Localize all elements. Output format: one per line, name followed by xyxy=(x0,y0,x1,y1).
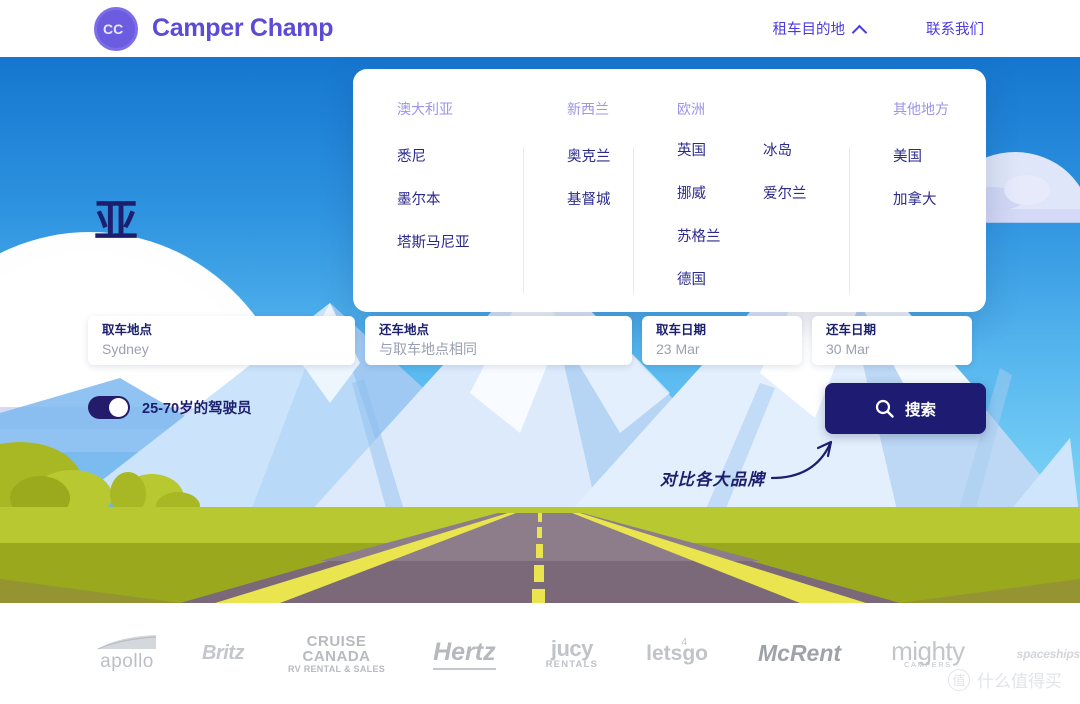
chevron-up-icon xyxy=(854,23,866,35)
brand-name: Camper Champ xyxy=(152,14,334,42)
dropdown-column-australia: 澳大利亚 悉尼 墨尔本 塔斯马尼亚 xyxy=(353,99,523,312)
logo-apollo-text: apollo xyxy=(100,650,154,672)
annotation-text: 对比各大品牌 xyxy=(660,470,765,489)
camper-champ-logo-icon: CC xyxy=(94,6,138,51)
nav-item-contact[interactable]: 联系我们 xyxy=(926,18,984,39)
logo-britz: Britz xyxy=(202,642,244,665)
dropdown-link-christchurch[interactable]: 基督城 xyxy=(567,188,633,209)
logo-cruise-line3: RV RENTAL & SALES xyxy=(287,663,386,674)
dropdown-link-uk[interactable]: 英国 xyxy=(677,139,763,160)
brand-logos-strip: apollo Britz CRUISE CANADA RV RENTAL & S… xyxy=(0,603,1080,704)
logo-spaceships-text: spaceships xyxy=(1016,646,1080,661)
dropdown-link-canada[interactable]: 加拿大 xyxy=(893,188,986,209)
dropoff-date-field[interactable]: 还车日期 30 Mar xyxy=(812,316,972,365)
watermark: 值 什么值得买 xyxy=(948,667,1062,692)
search-button[interactable]: 搜索 xyxy=(825,383,986,434)
dropdown-column-newzealand: 新西兰 奥克兰 基督城 xyxy=(523,99,633,312)
driver-age-toggle-label: 25-70岁的驾驶员 xyxy=(142,401,252,417)
pickup-location-label: 取车地点 xyxy=(102,323,153,337)
logo-britz-text: Britz xyxy=(202,642,244,664)
dropdown-link-usa[interactable]: 美国 xyxy=(893,145,986,166)
brand[interactable]: CC Camper Champ xyxy=(94,6,334,51)
logo-cruise-line1: CRUISE xyxy=(306,632,367,650)
dropdown-link-sydney[interactable]: 悉尼 xyxy=(397,145,523,166)
dropdown-heading-europe: 欧洲 xyxy=(677,101,705,117)
dropdown-link-norway[interactable]: 挪威 xyxy=(677,182,763,203)
pickup-location-value: Sydney xyxy=(102,341,149,357)
watermark-text: 什么值得买 xyxy=(977,672,1062,691)
pickup-date-field[interactable]: 取车日期 23 Mar xyxy=(642,316,802,365)
dropdown-link-germany[interactable]: 德国 xyxy=(677,268,763,289)
nav-item-destinations[interactable]: 租车目的地 xyxy=(773,18,867,39)
apollo-swoosh-icon xyxy=(97,634,157,650)
dropdown-link-scotland[interactable]: 苏格兰 xyxy=(677,225,763,246)
toggle-knob xyxy=(109,398,128,417)
dropoff-location-field[interactable]: 还车地点 与取车地点相同 xyxy=(365,316,632,365)
dropdown-heading-newzealand: 新西兰 xyxy=(567,101,609,117)
search-icon xyxy=(875,399,894,418)
logo-mcrent: McRent xyxy=(758,640,841,667)
dropoff-location-value: 与取车地点相同 xyxy=(379,341,477,357)
site-header: CC Camper Champ 租车目的地 联系我们 xyxy=(0,0,1080,57)
logo-jucy-line2: RENTALS xyxy=(545,659,599,671)
dropdown-divider-1 xyxy=(523,147,524,294)
pickup-date-label: 取车日期 xyxy=(656,323,707,337)
dropdown-link-melbourne[interactable]: 墨尔本 xyxy=(397,188,523,209)
dropdown-link-auckland[interactable]: 奥克兰 xyxy=(567,145,633,166)
driver-age-toggle-row: 25-70岁的驾驶员 xyxy=(88,396,252,419)
dropoff-location-label: 还车地点 xyxy=(379,323,430,337)
dropdown-column-europe: 欧洲 英国 挪威 苏格兰 德国 冰岛 爱尔兰 xyxy=(633,99,849,312)
logo-apollo: apollo xyxy=(96,634,158,673)
logo-cruise-line2: CANADA xyxy=(302,647,371,665)
search-form: 取车地点 Sydney 还车地点 与取车地点相同 取车日期 23 Mar 还车日… xyxy=(88,316,972,365)
dropdown-heading-australia: 澳大利亚 xyxy=(397,101,453,117)
dropdown-link-ireland[interactable]: 爱尔兰 xyxy=(763,182,849,203)
annotation-arrow-icon xyxy=(770,438,840,489)
logo-letsgo-sup: 4 xyxy=(681,636,687,648)
logo-cruise-canada: CRUISE CANADA RV RENTAL & SALES xyxy=(288,634,385,674)
destinations-dropdown-panel: 澳大利亚 悉尼 墨尔本 塔斯马尼亚 新西兰 奥克兰 基督城 欧洲 英国 挪威 苏… xyxy=(353,69,986,312)
dropdown-link-tasmania[interactable]: 塔斯马尼亚 xyxy=(397,231,523,252)
dropdown-europe-col-b: 冰岛 爱尔兰 xyxy=(763,139,849,312)
dropdown-divider-3 xyxy=(849,147,850,294)
dropdown-divider-2 xyxy=(633,147,634,294)
logo-mighty: mighty CAMPERS xyxy=(891,638,965,669)
logo-hertz-text: Hertz xyxy=(433,637,496,666)
dropdown-heading-other: 其他地方 xyxy=(893,101,949,117)
dropdown-link-iceland[interactable]: 冰岛 xyxy=(763,139,849,160)
road-illustration xyxy=(0,513,1080,603)
main-nav: 租车目的地 联系我们 xyxy=(773,18,985,39)
dropoff-date-value: 30 Mar xyxy=(826,341,870,357)
page-root: CC Camper Champ 租车目的地 联系我们 亚 澳大利亚 悉尼 墨尔本… xyxy=(0,0,1080,704)
nav-item-contact-label: 联系我们 xyxy=(926,22,984,38)
logo-hertz: Hertz xyxy=(433,638,496,670)
logo-spaceships: spaceships xyxy=(1017,647,1080,661)
dropoff-date-label: 还车日期 xyxy=(826,323,877,337)
logo-mighty-line2: CAMPERS xyxy=(904,660,952,670)
logo-mcrent-text: McRent xyxy=(758,640,842,666)
logo-jucy: jucy RENTALS xyxy=(546,637,599,670)
search-button-label: 搜索 xyxy=(904,401,936,419)
logo-letsgo: letsgo 4 xyxy=(646,637,708,666)
logo-jucy-line1: jucy xyxy=(550,635,594,661)
watermark-mark: 值 xyxy=(948,668,970,691)
pickup-location-field[interactable]: 取车地点 Sydney xyxy=(88,316,355,365)
driver-age-toggle[interactable] xyxy=(88,396,130,419)
dropdown-column-other: 其他地方 美国 加拿大 xyxy=(849,99,986,312)
logo-letsgo-text: letsgo xyxy=(646,641,708,665)
svg-text:CC: CC xyxy=(103,21,123,37)
nav-item-destinations-label: 租车目的地 xyxy=(772,22,846,38)
pickup-date-value: 23 Mar xyxy=(656,341,700,357)
dropdown-europe-col-a: 英国 挪威 苏格兰 德国 xyxy=(677,139,763,312)
